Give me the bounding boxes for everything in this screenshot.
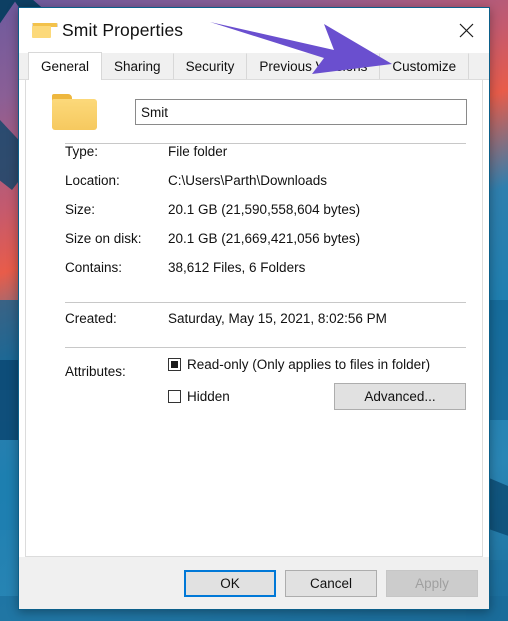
tab-strip: General Sharing Security Previous Versio… <box>19 52 489 80</box>
detail-label: Size: <box>65 202 96 217</box>
attributes-section: Attributes: Read-only (Only applies to f… <box>26 357 482 410</box>
detail-value: C:\Users\Parth\Downloads <box>168 173 328 188</box>
detail-label: Type: <box>65 144 99 159</box>
detail-row-size-on-disk: Size on disk: 20.1 GB (21,669,421,056 by… <box>65 231 466 260</box>
readonly-checkbox[interactable] <box>168 358 181 371</box>
general-tab-panel: Type: File folder Location: C:\Users\Par… <box>25 80 483 557</box>
desktop-background: Smit Properties General Sharing Security… <box>0 0 508 621</box>
detail-value: 20.1 GB (21,669,421,056 bytes) <box>168 231 361 246</box>
tab-previous-versions[interactable]: Previous Versions <box>246 53 381 79</box>
detail-row-type: Type: File folder <box>65 144 466 173</box>
folder-name-row <box>26 80 482 130</box>
tab-general[interactable]: General <box>28 52 103 80</box>
close-button[interactable] <box>444 8 489 52</box>
detail-row-location: Location: C:\Users\Parth\Downloads <box>65 173 466 202</box>
details-list: Type: File folder Location: C:\Users\Par… <box>26 144 482 289</box>
title-bar: Smit Properties <box>19 8 489 53</box>
advanced-button[interactable]: Advanced... <box>334 383 466 410</box>
properties-dialog: Smit Properties General Sharing Security… <box>18 7 490 610</box>
tab-security[interactable]: Security <box>172 53 248 79</box>
detail-label: Size on disk: <box>65 231 142 246</box>
hidden-label: Hidden <box>187 389 230 404</box>
divider <box>65 347 466 348</box>
detail-label: Created: <box>65 311 117 326</box>
readonly-checkbox-row[interactable]: Read-only (Only applies to files in fold… <box>168 357 466 372</box>
close-icon <box>459 23 474 37</box>
ok-button[interactable]: OK <box>184 569 276 597</box>
window-title: Smit Properties <box>62 20 184 40</box>
detail-value: Saturday, May 15, 2021, 8:02:56 PM <box>168 311 387 326</box>
created-section: Created: Saturday, May 15, 2021, 8:02:56… <box>26 303 482 334</box>
detail-value: 38,612 Files, 6 Folders <box>168 260 306 275</box>
attributes-label: Attributes: <box>65 364 126 379</box>
folder-icon <box>32 23 58 38</box>
detail-value: File folder <box>168 144 228 159</box>
detail-row-size: Size: 20.1 GB (21,590,558,604 bytes) <box>65 202 466 231</box>
detail-label: Location: <box>65 173 120 188</box>
detail-label: Contains: <box>65 260 123 275</box>
dialog-footer: OK Cancel Apply <box>19 557 489 609</box>
folder-icon <box>52 94 97 130</box>
tab-customize[interactable]: Customize <box>379 53 470 79</box>
cancel-button[interactable]: Cancel <box>285 569 377 597</box>
hidden-checkbox-row[interactable]: Hidden <box>168 389 230 404</box>
hidden-checkbox[interactable] <box>168 390 181 403</box>
folder-name-input[interactable] <box>135 99 467 125</box>
detail-value: 20.1 GB (21,590,558,604 bytes) <box>168 202 361 217</box>
tab-sharing[interactable]: Sharing <box>101 53 174 79</box>
attributes-row: Attributes: Read-only (Only applies to f… <box>65 357 466 410</box>
detail-row-contains: Contains: 38,612 Files, 6 Folders <box>65 260 466 289</box>
readonly-label: Read-only (Only applies to files in fold… <box>187 357 431 372</box>
apply-button: Apply <box>386 569 478 597</box>
detail-row-created: Created: Saturday, May 15, 2021, 8:02:56… <box>65 303 466 334</box>
